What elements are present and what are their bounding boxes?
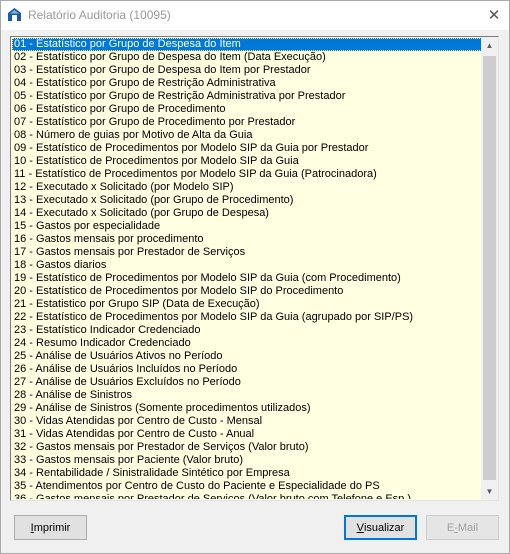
list-item[interactable]: 29 - Análise de Sinistros (Somente proce…	[12, 402, 482, 415]
list-item[interactable]: 34 - Rentabilidade / Sinistralidade Sint…	[12, 467, 482, 480]
report-listbox[interactable]: 01 - Estatístico por Grupo de Despesa do…	[10, 36, 499, 501]
list-item[interactable]: 08 - Número de guias por Motivo de Alta …	[12, 129, 482, 142]
visualizar-button[interactable]: Visualizar	[344, 515, 417, 540]
list-item[interactable]: 16 - Gastos mensais por procedimento	[12, 233, 482, 246]
scroll-thumb[interactable]	[483, 56, 496, 480]
list-item[interactable]: 25 - Análise de Usuários Ativos no Perío…	[12, 350, 482, 363]
list-item[interactable]: 18 - Gastos diarios	[12, 259, 482, 272]
list-item[interactable]: 35 - Atendimentos por Centro de Custo do…	[12, 480, 482, 493]
scroll-up-icon[interactable]: ▲	[481, 37, 498, 54]
list-item[interactable]: 11 - Estatístico de Procedimentos por Mo…	[12, 168, 482, 181]
list-item[interactable]: 24 - Resumo Indicador Credenciado	[12, 337, 482, 350]
scroll-down-icon[interactable]: ▼	[481, 483, 498, 500]
list-item[interactable]: 13 - Executado x Solicitado (por Grupo d…	[12, 194, 482, 207]
email-label-end: Mail	[457, 521, 479, 534]
list-item[interactable]: 01 - Estatístico por Grupo de Despesa do…	[12, 38, 482, 51]
imprimir-label: mprimir	[33, 521, 71, 534]
visualizar-label: isualizar	[363, 521, 405, 534]
list-item[interactable]: 22 - Estatístico de Procedimentos por Mo…	[12, 311, 482, 324]
title-bar[interactable]: Relatório Auditoria (10095) ✕	[1, 1, 509, 30]
list-item[interactable]: 26 - Análise de Usuários Incluídos no Pe…	[12, 363, 482, 376]
close-icon[interactable]: ✕	[479, 1, 509, 29]
vertical-scrollbar[interactable]: ▲ ▼	[481, 37, 498, 500]
list-item[interactable]: 21 - Estatistico por Grupo SIP (Data de …	[12, 298, 482, 311]
list-item[interactable]: 30 - Vidas Atendidas por Centro de Custo…	[12, 415, 482, 428]
list-item[interactable]: 23 - Estatístico Indicador Credenciado	[12, 324, 482, 337]
list-item[interactable]: 31 - Vidas Atendidas por Centro de Custo…	[12, 428, 482, 441]
list-item[interactable]: 36 - Gastos mensais por Prestador de Ser…	[12, 493, 482, 499]
list-item[interactable]: 02 - Estatístico por Grupo de Despesa do…	[12, 51, 482, 64]
list-item[interactable]: 12 - Executado x Solicitado (por Modelo …	[12, 181, 482, 194]
list-item[interactable]: 27 - Análise de Usuários Excluídos no Pe…	[12, 376, 482, 389]
list-item[interactable]: 17 - Gastos mensais por Prestador de Ser…	[12, 246, 482, 259]
list-item[interactable]: 05 - Estatístico por Grupo de Restrição …	[12, 90, 482, 103]
list-item[interactable]: 07 - Estatístico por Grupo de Procedimen…	[12, 116, 482, 129]
list-item[interactable]: 32 - Gastos mensais por Prestador de Ser…	[12, 441, 482, 454]
list-item[interactable]: 04 - Estatístico por Grupo de Restrição …	[12, 77, 482, 90]
list-item[interactable]: 06 - Estatístico por Grupo de Procedimen…	[12, 103, 482, 116]
app-icon	[8, 8, 21, 21]
report-list: 01 - Estatístico por Grupo de Despesa do…	[12, 38, 482, 499]
imprimir-button[interactable]: Imprimir	[14, 515, 87, 540]
report-window: Relatório Auditoria (10095) ✕ 01 - Estat…	[0, 0, 510, 554]
list-item[interactable]: 28 - Análise de Sinistros	[12, 389, 482, 402]
email-button[interactable]: E - Mail	[426, 515, 499, 540]
list-item[interactable]: 14 - Executado x Solicitado (por Grupo d…	[12, 207, 482, 220]
list-item[interactable]: 03 - Estatístico por Grupo de Despesa do…	[12, 64, 482, 77]
list-item[interactable]: 09 - Estatístico de Procedimentos por Mo…	[12, 142, 482, 155]
list-item[interactable]: 19 - Estatístico de Procedimentos por Mo…	[12, 272, 482, 285]
email-label-start: E	[446, 521, 455, 534]
list-item[interactable]: 10 - Estatístico de Procedimentos por Mo…	[12, 155, 482, 168]
list-item[interactable]: 15 - Gastos por especialidade	[12, 220, 482, 233]
window-title: Relatório Auditoria (10095)	[28, 8, 171, 22]
visualizar-accel: V	[356, 521, 364, 534]
list-item[interactable]: 20 - Estatístico de Procedimentos por Mo…	[12, 285, 482, 298]
list-item[interactable]: 33 - Gastos mensais por Paciente (Valor …	[12, 454, 482, 467]
